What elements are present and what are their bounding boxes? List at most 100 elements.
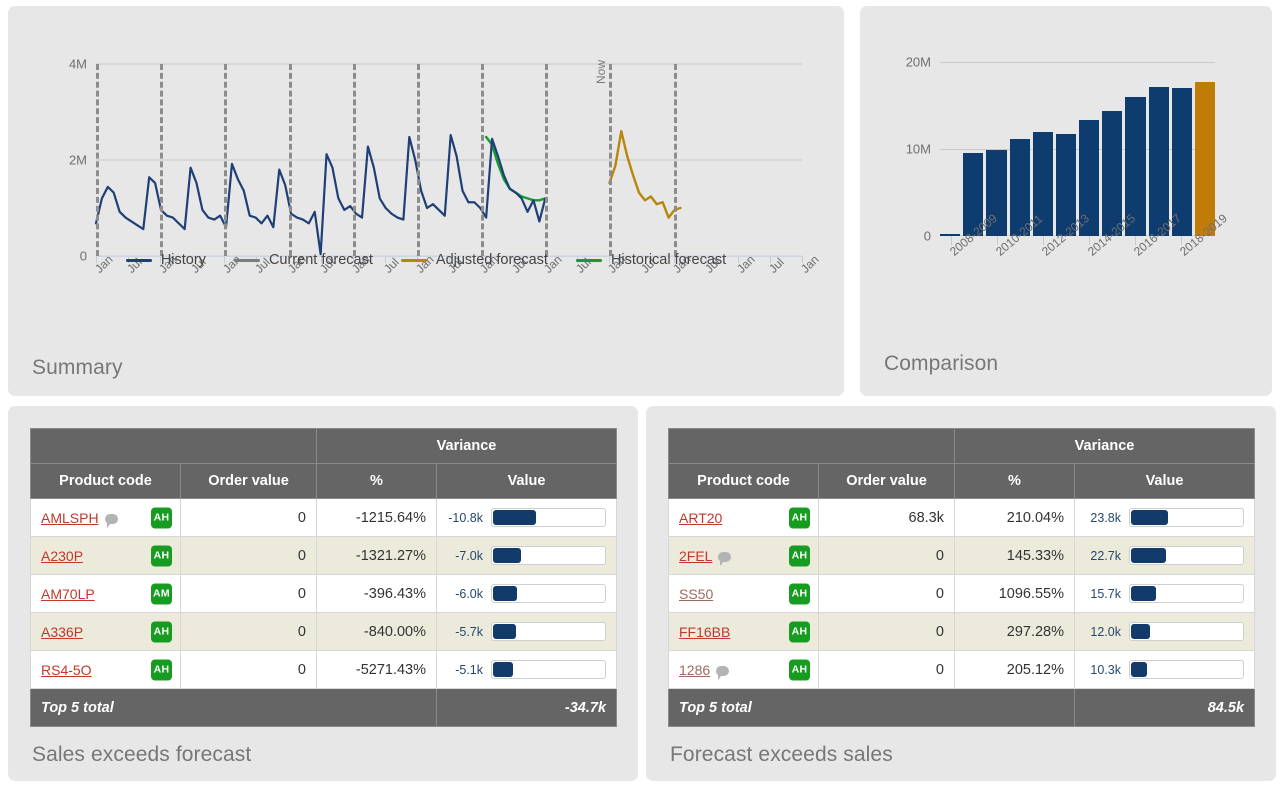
status-badge[interactable]: AH <box>151 507 172 528</box>
col-header-order-value[interactable]: Order value <box>818 463 955 499</box>
table-row: FF16BB AH 0 297.28% 12.0k <box>668 612 1256 651</box>
status-badge[interactable]: AH <box>789 507 810 528</box>
total-label: Top 5 total <box>30 688 437 727</box>
status-badge[interactable]: AH <box>151 545 172 566</box>
cell-order-value: 0 <box>180 574 317 613</box>
cell-order-value: 0 <box>818 536 955 575</box>
product-code-link[interactable]: 2FEL <box>679 548 712 564</box>
col-header-percent[interactable]: % <box>954 463 1075 499</box>
legend-item-historical-forecast: Historical forecast <box>575 252 726 268</box>
product-code-link[interactable]: 1286 <box>679 662 710 678</box>
col-header-product-code[interactable]: Product code <box>30 463 181 499</box>
cell-variance-value: -5.1k <box>435 650 618 689</box>
cell-product-code: A230P AH <box>30 536 181 575</box>
forecast-exceeds-sales-table: Variance Product code Order value % Valu… <box>668 428 1256 727</box>
variance-bar-fill <box>1131 510 1169 525</box>
cell-order-value: 0 <box>180 498 317 537</box>
col-header-order-value[interactable]: Order value <box>180 463 317 499</box>
variance-bar-fill <box>493 510 536 525</box>
product-code-link[interactable]: A336P <box>41 624 83 640</box>
variance-bar-track <box>491 546 607 565</box>
variance-bar-track <box>491 660 607 679</box>
status-badge[interactable]: AH <box>151 659 172 680</box>
cell-order-value: 0 <box>818 612 955 651</box>
variance-bar-track <box>1129 622 1245 641</box>
col-header-product-code[interactable]: Product code <box>668 463 819 499</box>
cell-order-value: 0 <box>818 650 955 689</box>
total-value: -34.7k <box>435 688 618 727</box>
variance-value-number: 12.0k <box>1090 624 1121 639</box>
status-badge[interactable]: AM <box>151 583 172 604</box>
product-code-link[interactable]: A230P <box>41 548 83 564</box>
variance-bar-track <box>491 584 607 603</box>
forecast-exceeds-sales-card: Variance Product code Order value % Valu… <box>646 406 1276 781</box>
variance-value-number: -5.1k <box>455 662 483 677</box>
table-header-row: Product code Order value % Value <box>668 463 1256 499</box>
group-header-variance: Variance <box>315 428 618 464</box>
status-badge[interactable]: AH <box>789 545 810 566</box>
table-row: AMLSPH AH 0 -1215.64% -10.8k <box>30 498 618 537</box>
note-icon[interactable] <box>718 551 732 566</box>
comparison-y-tick-10m: 10M <box>905 141 931 157</box>
status-badge[interactable]: AH <box>789 583 810 604</box>
table-row: A230P AH 0 -1321.27% -7.0k <box>30 536 618 575</box>
col-header-value[interactable]: Value <box>435 463 618 499</box>
cell-product-code: FF16BB AH <box>668 612 819 651</box>
group-header-variance: Variance <box>953 428 1256 464</box>
product-code-link[interactable]: ART20 <box>679 510 722 526</box>
comparison-x-axis: 2008-2009 2010-2011 2012-2013 2014-2015 2016… <box>940 211 1229 286</box>
cell-variance-percent: -1215.64% <box>316 498 437 537</box>
variance-bar-track <box>491 622 607 641</box>
comparison-bar-chart: 20M 10M 0 2008-2009 2010-2011 2012-2013 201… <box>906 55 1230 259</box>
product-code-link[interactable]: FF16BB <box>679 624 730 640</box>
variance-value-number: -6.0k <box>455 586 483 601</box>
variance-value-number: -10.8k <box>448 510 483 525</box>
product-code-link[interactable]: RS4-5O <box>41 662 92 678</box>
comparison-bar[interactable] <box>1102 110 1123 236</box>
table-row: ART20 AH 68.3k 210.04% 23.8k <box>668 498 1256 537</box>
table-row: RS4-5O AH 0 -5271.43% -5.1k <box>30 650 618 689</box>
cell-order-value: 0 <box>180 612 317 651</box>
cell-order-value: 0 <box>818 574 955 613</box>
group-header-blank <box>668 428 955 464</box>
legend-item-history: History <box>125 252 206 268</box>
legend-label-current-forecast: Current forecast <box>268 252 373 268</box>
cell-variance-value: 15.7k <box>1073 574 1256 613</box>
cell-product-code: 2FEL AH <box>668 536 819 575</box>
cell-variance-value: -10.8k <box>435 498 618 537</box>
sales-exceeds-forecast-caption: Sales exceeds forecast <box>32 743 252 766</box>
cell-product-code: AM70LP AM <box>30 574 181 613</box>
cell-product-code: ART20 AH <box>668 498 819 537</box>
product-code-link[interactable]: AMLSPH <box>41 510 99 526</box>
status-badge[interactable]: AH <box>789 621 810 642</box>
comparison-bar[interactable] <box>1194 82 1216 236</box>
cell-variance-value: -5.7k <box>435 612 618 651</box>
sales-exceeds-forecast-rows: AMLSPH AH 0 -1215.64% -10.8k A230P AH 0 -1321.27… <box>30 498 618 727</box>
legend-label-adjusted-forecast: Adjusted forecast <box>435 252 548 268</box>
legend-item-current-forecast: Current forecast <box>233 252 373 268</box>
status-badge[interactable]: AH <box>789 659 810 680</box>
comparison-y-tick-0: 0 <box>923 228 931 244</box>
cell-product-code: RS4-5O AH <box>30 650 181 689</box>
variance-bar-fill <box>1131 662 1147 677</box>
total-value: 84.5k <box>1073 688 1256 727</box>
col-header-value[interactable]: Value <box>1073 463 1256 499</box>
comparison-bar[interactable] <box>1148 87 1169 236</box>
variance-value-number: -5.7k <box>455 624 483 639</box>
cell-product-code: A336P AH <box>30 612 181 651</box>
note-icon[interactable] <box>716 665 730 680</box>
legend-swatch-current-forecast <box>233 258 260 262</box>
cell-variance-value: 23.8k <box>1073 498 1256 537</box>
summary-y-tick-2: 4M <box>68 56 87 72</box>
legend-swatch-history <box>125 258 152 262</box>
product-code-link[interactable]: SS50 <box>679 586 713 602</box>
status-badge[interactable]: AH <box>151 621 172 642</box>
cell-variance-percent: 210.04% <box>954 498 1075 537</box>
summary-card: Jan Jul Jan Jul Jan Jul Jan Jul Jan Jul Jan Jul Jan J… <box>8 6 844 396</box>
comparison-y-tick-20m: 20M <box>905 54 931 70</box>
note-icon[interactable] <box>104 513 118 528</box>
col-header-percent[interactable]: % <box>316 463 437 499</box>
forecast-exceeds-sales-rows: ART20 AH 68.3k 210.04% 23.8k 2FEL AH 0 145.33% 22… <box>668 498 1256 727</box>
table-group-header-row: Variance <box>30 428 618 464</box>
product-code-link[interactable]: AM70LP <box>41 586 95 602</box>
